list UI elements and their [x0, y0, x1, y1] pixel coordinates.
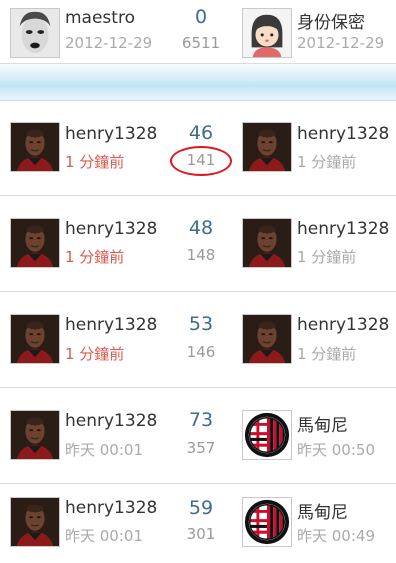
man-photo-icon[interactable] [242, 218, 292, 268]
last-poster-name[interactable]: henry1328 [297, 315, 389, 335]
reply-count: 48 [188, 217, 214, 239]
thread-row[interactable]: henry1328 1 分鐘前 48 148 henry1328 1 分鐘前 [0, 196, 396, 292]
last-post-time[interactable]: 2012-12-29 [297, 34, 384, 52]
post-time: 1 分鐘前 [65, 248, 125, 266]
ac-milan-crest-icon[interactable] [242, 410, 292, 460]
post-time: 昨天 00:01 [65, 527, 143, 545]
last-post-time[interactable]: 昨天 00:49 [297, 525, 375, 546]
view-count: 6511 [181, 34, 221, 52]
last-poster-name[interactable]: 馬甸尼 [297, 498, 348, 523]
default-girl-icon[interactable] [242, 8, 292, 58]
man-photo-icon[interactable] [10, 314, 60, 364]
reply-count: 59 [188, 497, 214, 519]
man-photo-icon[interactable] [10, 497, 60, 547]
man-photo-icon[interactable] [10, 218, 60, 268]
thread-row[interactable]: henry1328 昨天 00:01 59 301 馬甸尼 昨天 00:49 [0, 484, 396, 563]
annotation-circle [170, 146, 232, 176]
post-time: 2012-12-29 [65, 34, 153, 52]
view-count: 148 [186, 246, 216, 264]
section-divider-bar [0, 64, 396, 101]
last-post-time[interactable]: 昨天 00:50 [297, 439, 375, 460]
thread-row[interactable]: henry1328 昨天 00:01 73 357 馬甸尼 昨天 00:50 [0, 388, 396, 484]
last-post-time[interactable]: 1 分鐘前 [297, 246, 356, 267]
last-poster-name[interactable]: henry1328 [297, 219, 389, 239]
post-time: 1 分鐘前 [65, 153, 125, 171]
woman-face-icon[interactable] [10, 8, 60, 58]
view-count: 146 [186, 343, 216, 361]
author-name[interactable]: henry1328 [65, 411, 157, 431]
author-name[interactable]: maestro [65, 8, 135, 28]
last-poster-name[interactable]: 身份保密 [297, 8, 365, 33]
thread-row[interactable]: henry1328 1 分鐘前 53 146 henry1328 1 分鐘前 [0, 292, 396, 388]
post-time: 1 分鐘前 [65, 345, 125, 363]
reply-count: 46 [188, 122, 214, 144]
view-count: 357 [186, 439, 216, 457]
man-photo-icon[interactable] [10, 410, 60, 460]
last-post-time[interactable]: 1 分鐘前 [297, 343, 356, 364]
author-name[interactable]: henry1328 [65, 124, 157, 144]
author-name[interactable]: henry1328 [65, 315, 157, 335]
last-post-time[interactable]: 1 分鐘前 [297, 151, 356, 172]
last-poster-name[interactable]: henry1328 [297, 124, 389, 144]
reply-count: 0 [194, 6, 208, 28]
reply-count: 53 [188, 313, 214, 335]
author-name[interactable]: henry1328 [65, 219, 157, 239]
author-name[interactable]: henry1328 [65, 498, 157, 518]
thread-row[interactable]: maestro 2012-12-29 0 6511 身份保密 2012-12-2… [0, 0, 396, 64]
man-photo-icon[interactable] [10, 122, 60, 172]
view-count: 301 [186, 525, 216, 543]
post-time: 昨天 00:01 [65, 441, 143, 459]
man-photo-icon[interactable] [242, 122, 292, 172]
ac-milan-crest-icon[interactable] [242, 497, 292, 547]
man-photo-icon[interactable] [242, 314, 292, 364]
reply-count: 73 [188, 409, 214, 431]
last-poster-name[interactable]: 馬甸尼 [297, 411, 348, 436]
